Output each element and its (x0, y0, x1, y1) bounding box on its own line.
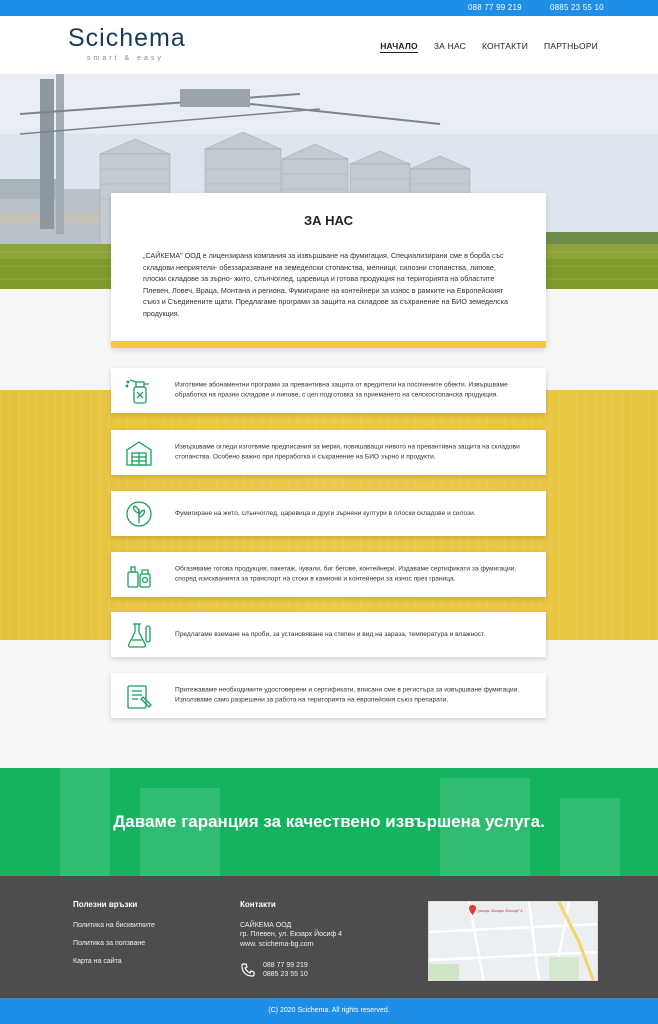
footer-website[interactable]: www. scichema-bg.com (240, 941, 314, 948)
service-card: Притежаваме необходимите удостоверени и … (111, 673, 546, 718)
guarantee-banner: Даваме гаранция за качествено извършена … (0, 768, 658, 876)
service-card: Предлагаме вземане на проби, за установя… (111, 612, 546, 657)
grain-leaf-icon (124, 499, 154, 529)
warehouse-icon (124, 438, 154, 468)
service-card: Обгазяваме готова продукция, пакетаж, чу… (111, 552, 546, 597)
footer-link-terms[interactable]: Политика за ползване (73, 940, 145, 947)
copyright-text: (C) 2020 Scichema. All rights reserved. (268, 1007, 390, 1014)
spray-bottle-icon (124, 376, 154, 406)
service-card: Изготвяме абонаментни програми за преван… (111, 368, 546, 413)
footer-links-title: Полезни връзки (73, 900, 138, 909)
top-phone-2[interactable]: 0885 23 55 10 (550, 3, 604, 12)
top-phone-1[interactable]: 088 77 99 219 (468, 3, 522, 12)
logo-text: Scichema (68, 24, 186, 52)
guarantee-text: Даваме гаранция за качествено извършена … (113, 812, 545, 831)
footer-link-sitemap[interactable]: Карта на сайта (73, 958, 122, 965)
site-logo[interactable]: Scichema smart & easy (68, 24, 188, 68)
service-text: Фумигиране на жито, слънчоглед, царевица… (175, 509, 476, 517)
service-card: Фумигиране на жито, слънчоглед, царевица… (111, 491, 546, 536)
nav-partners[interactable]: ПАРТНЬОРИ (544, 41, 598, 53)
service-text: Обгазяваме готова продукция, пакетаж, чу… (175, 565, 517, 583)
about-text: „САЙКЕМА" ООД е лицензирана компания за … (143, 251, 508, 318)
footer-contacts-title: Контакти (240, 900, 276, 909)
footer-company: САЙКЕМА ООД (240, 922, 292, 929)
logo-tagline: smart & easy (87, 55, 164, 62)
nav-contacts[interactable]: КОНТАКТИ (482, 41, 528, 53)
phone-icon (240, 962, 256, 983)
chemical-bottles-icon (124, 560, 154, 590)
location-map[interactable]: улица „Екзарх Йосиф" 4 (428, 901, 598, 981)
footer-phone-2[interactable]: 0885 23 55 10 (263, 971, 308, 978)
certificate-icon (124, 681, 154, 711)
top-contact-bar: 088 77 99 219 0885 23 55 10 (0, 0, 658, 16)
service-text: Изготвяме абонаментни програми за преван… (175, 381, 508, 399)
site-header: Scichema smart & easy НАЧАЛО ЗА НАС КОНТ… (0, 16, 658, 74)
lab-flask-icon (124, 620, 154, 650)
main-nav: НАЧАЛО ЗА НАС КОНТАКТИ ПАРТНЬОРИ (380, 41, 598, 53)
about-card: ЗА НАС „САЙКЕМА" ООД е лицензирана компа… (111, 193, 546, 348)
site-footer: Полезни връзки Политика на бисквитките П… (0, 876, 658, 998)
footer-phone-1[interactable]: 088 77 99 219 (263, 962, 308, 969)
about-title: ЗА НАС (304, 213, 353, 228)
service-card: Извършваме огледи изготвяме предписания … (111, 430, 546, 475)
map-pin-label: улица „Екзарх Йосиф" 4 (478, 908, 523, 913)
copyright-bar: (C) 2020 Scichema. All rights reserved. (0, 998, 658, 1024)
service-text: Предлагаме вземане на проби, за установя… (175, 630, 486, 638)
service-text: Извършваме огледи изготвяме предписания … (175, 443, 520, 461)
nav-home[interactable]: НАЧАЛО (380, 41, 418, 53)
footer-link-cookies[interactable]: Политика на бисквитките (73, 922, 155, 929)
nav-about[interactable]: ЗА НАС (434, 41, 466, 53)
footer-address: гр. Плевен, ул. Екзарх Йосиф 4 (240, 931, 343, 938)
service-text: Притежаваме необходимите удостоверени и … (175, 686, 520, 704)
